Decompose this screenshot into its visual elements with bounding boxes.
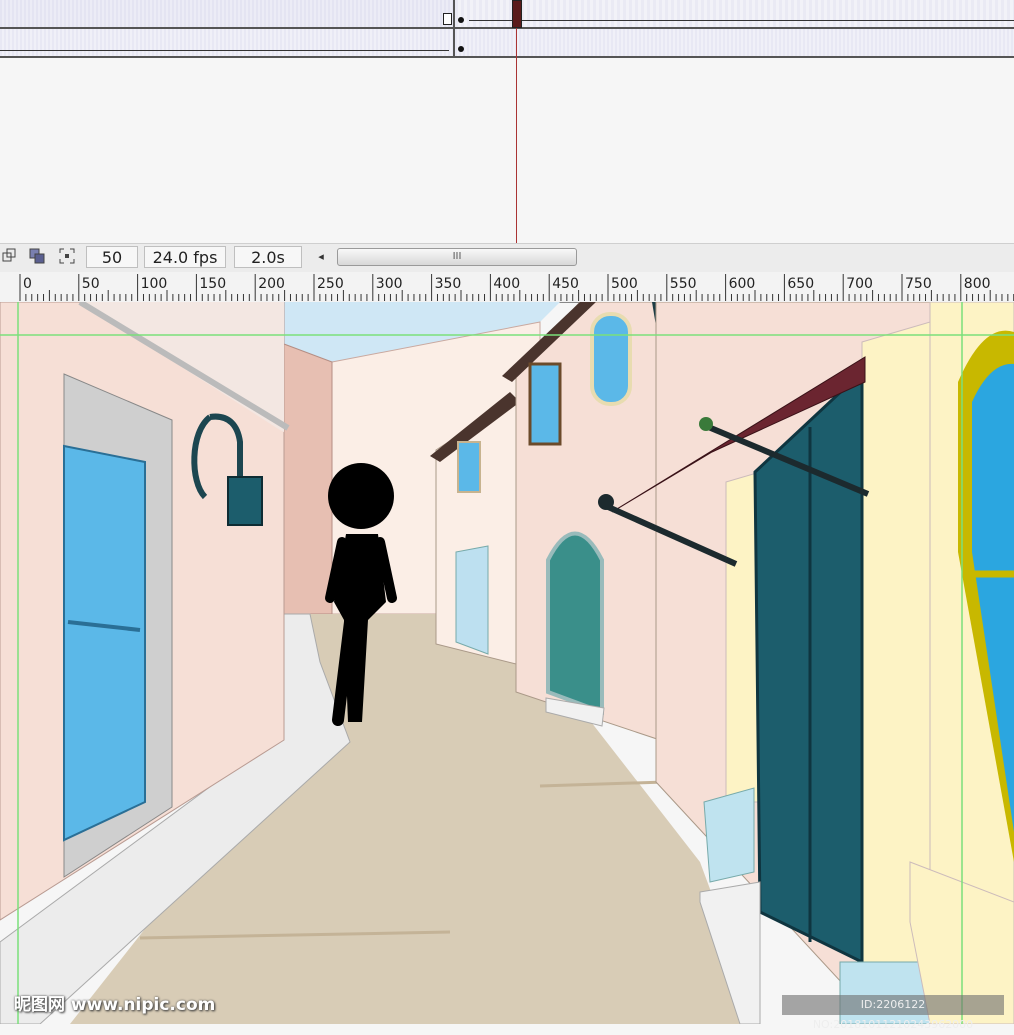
edit-multiple-frames-icon[interactable] bbox=[58, 248, 76, 266]
keyframe-dot[interactable] bbox=[458, 17, 464, 23]
awning-pivot bbox=[699, 417, 713, 431]
side-wall bbox=[283, 343, 333, 615]
ruler-label: 500 bbox=[611, 276, 638, 292]
ruler-label: 300 bbox=[375, 276, 403, 292]
ruler-label: 400 bbox=[493, 276, 521, 292]
ruler-label: 750 bbox=[905, 276, 932, 292]
frame-rate-field[interactable]: 24.0 fps bbox=[144, 246, 226, 268]
timeline-panel bbox=[0, 0, 1014, 243]
stage-canvas[interactable] bbox=[0, 302, 1014, 1024]
arched-window bbox=[590, 312, 632, 406]
timeline-layer-row[interactable] bbox=[0, 29, 1014, 58]
keyframe-dot[interactable] bbox=[458, 46, 464, 52]
onion-skin-outline-icon[interactable] bbox=[28, 248, 46, 266]
wall-lamp bbox=[227, 476, 263, 526]
ruler-label: 100 bbox=[140, 276, 168, 292]
ruler-label: 800 bbox=[963, 276, 991, 292]
ruler-label: 700 bbox=[846, 276, 873, 292]
watermark-id-badge: ID:2206122 NO:20181011210243962000 bbox=[782, 995, 1004, 1031]
layer-name-cell[interactable] bbox=[0, 0, 453, 29]
ruler-label: 550 bbox=[669, 276, 697, 292]
ruler-label: 450 bbox=[552, 276, 579, 292]
playhead-line bbox=[516, 28, 517, 243]
onion-skin-icon[interactable] bbox=[0, 248, 18, 266]
left-door bbox=[63, 444, 146, 842]
ruler-label: 350 bbox=[434, 276, 462, 292]
timeline-layer-row[interactable] bbox=[0, 0, 1014, 29]
street-scene bbox=[0, 302, 1014, 1024]
stage-ruler: 0 50 100 150 200 250 300 350 400 450 500 550 600 650 7… bbox=[0, 272, 1014, 303]
ruler-label: 200 bbox=[258, 276, 285, 292]
layer-name-cell[interactable] bbox=[0, 29, 453, 58]
mid-door bbox=[455, 545, 489, 655]
tween-arrow bbox=[469, 20, 1014, 21]
ruler-label: 50 bbox=[81, 276, 100, 292]
layer-frames-cell[interactable] bbox=[453, 29, 1014, 58]
watermark-logo-text: 昵图网 www.nipic.com bbox=[14, 995, 216, 1015]
pillar-base bbox=[703, 787, 755, 883]
awning-pivot bbox=[598, 494, 614, 510]
layer-outline-icon[interactable] bbox=[443, 13, 452, 25]
scrollbar-thumb[interactable]: III bbox=[337, 248, 577, 266]
ruler-label: 650 bbox=[787, 276, 815, 292]
ruler-label: 600 bbox=[728, 276, 756, 292]
ruler-label: 250 bbox=[317, 276, 344, 292]
tween-arrow bbox=[0, 50, 449, 51]
shuttered-window bbox=[528, 362, 562, 446]
mid-window bbox=[457, 441, 481, 493]
ruler-label: 0 bbox=[23, 276, 32, 292]
elapsed-time-field[interactable]: 2.0s bbox=[234, 246, 302, 268]
scroll-left-arrow-icon[interactable]: ◂ bbox=[314, 249, 328, 265]
playhead-marker[interactable] bbox=[512, 0, 522, 28]
ruler-label: 150 bbox=[199, 276, 227, 292]
layer-frames-cell[interactable] bbox=[453, 0, 1014, 29]
timeline-status-bar: 50 24.0 fps 2.0s ◂ III bbox=[0, 243, 1014, 273]
arched-door bbox=[546, 531, 604, 715]
current-frame-field[interactable]: 50 bbox=[86, 246, 138, 268]
